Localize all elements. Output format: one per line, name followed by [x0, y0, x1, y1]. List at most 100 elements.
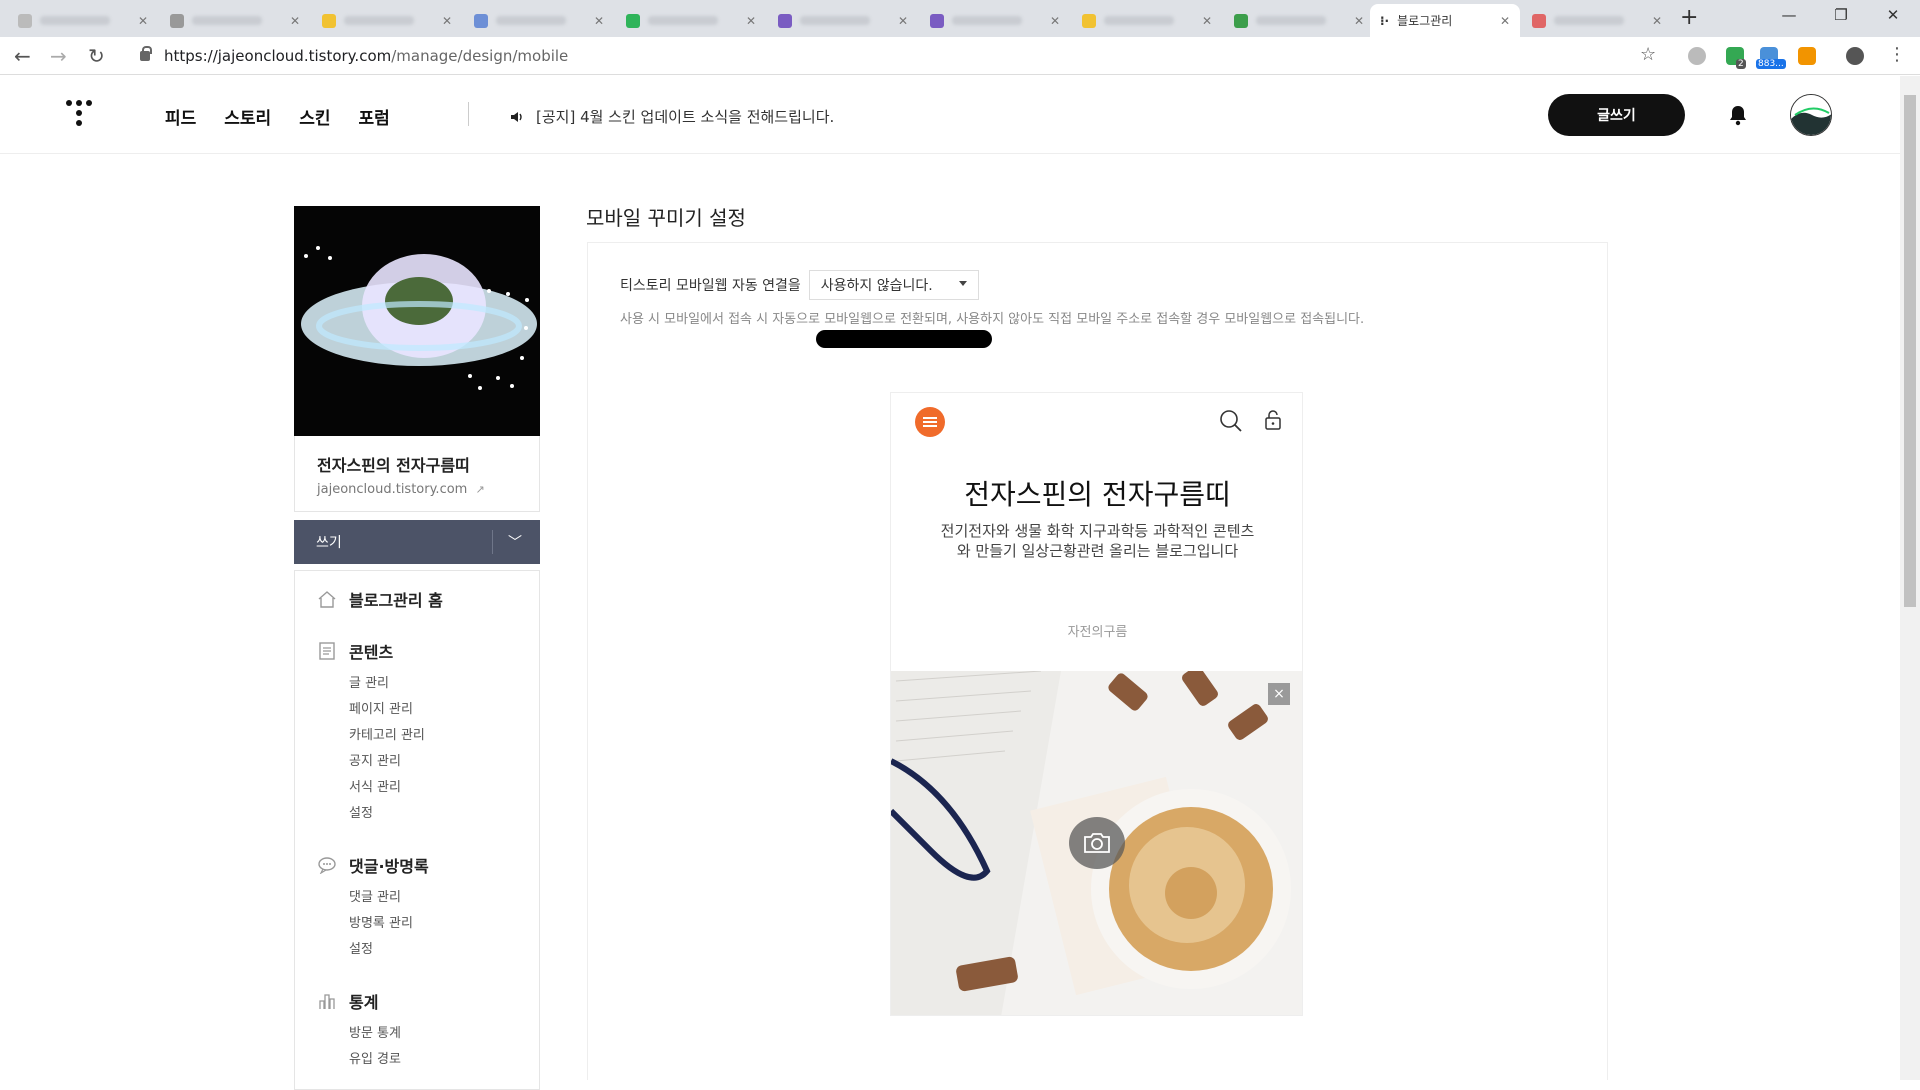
browser-tab[interactable]: ✕ — [464, 4, 614, 37]
redaction-mark — [816, 330, 992, 348]
back-icon[interactable]: ← — [14, 44, 31, 68]
tab-close-icon[interactable]: ✕ — [442, 14, 452, 28]
bookmark-star-icon[interactable]: ☆ — [1640, 44, 1656, 65]
tab-close-icon[interactable]: ✕ — [138, 14, 148, 28]
tistory-logo-icon[interactable] — [66, 100, 96, 130]
nav-divider — [468, 102, 469, 126]
new-tab-button[interactable]: + — [1680, 5, 1698, 30]
bell-icon[interactable] — [1728, 104, 1748, 126]
sidebar-item-template-manage[interactable]: 서식 관리 — [349, 775, 425, 801]
search-icon[interactable] — [1219, 409, 1243, 433]
chevron-down-icon[interactable]: ﹀ — [508, 532, 522, 552]
tab-close-icon[interactable]: ✕ — [1652, 14, 1662, 28]
sidebar-item-home[interactable]: 블로그관리 홈 — [317, 587, 443, 611]
user-avatar-icon[interactable] — [1846, 47, 1864, 65]
write-dropdown-button[interactable]: 쓰기 ﹀ — [294, 520, 540, 564]
tab-favicon-icon — [1082, 13, 1096, 28]
blog-url-link[interactable]: jajeoncloud.tistory.com ↗ — [317, 482, 517, 497]
sidebar-menu: 블로그관리 홈 콘텐츠 글 관리 페이지 관리 카테고리 관리 공지 관리 서식… — [294, 570, 540, 1090]
browser-tab[interactable]: ✕ — [8, 4, 158, 37]
tab-close-icon[interactable]: ✕ — [594, 14, 604, 28]
sidebar-item-comment-manage[interactable]: 댓글 관리 — [349, 885, 429, 911]
tab-favicon-icon — [322, 13, 336, 28]
tab-close-icon[interactable]: ✕ — [1050, 14, 1060, 28]
tab-close-icon[interactable]: ✕ — [1500, 14, 1510, 28]
site-header: 피드 스토리 스킨 포럼 [공지] 4월 스킨 업데이트 소식을 전해드립니다.… — [0, 76, 1900, 154]
sidebar-item-notice-manage[interactable]: 공지 관리 — [349, 749, 425, 775]
sidebar-group-stats[interactable]: 통계 — [317, 989, 401, 1013]
profile-avatar[interactable] — [1790, 94, 1832, 136]
write-post-button[interactable]: 글쓰기 — [1548, 94, 1685, 136]
tab-close-icon[interactable]: ✕ — [1354, 14, 1364, 28]
sidebar-item-contents-settings[interactable]: 설정 — [349, 801, 425, 827]
preview-blog-description: 전기전자와 생물 화학 지구과학등 과학적인 콘텐츠와 만들기 일상근황관련 올… — [940, 522, 1255, 560]
sidebar-item-comments-settings[interactable]: 설정 — [349, 937, 429, 963]
speaker-icon — [511, 111, 522, 122]
nav-feed[interactable]: 피드 — [165, 104, 196, 129]
home-icon — [318, 591, 336, 608]
sidebar-group-comments[interactable]: 댓글·방명록 — [317, 853, 429, 877]
blog-thumbnail[interactable] — [294, 206, 540, 436]
sidebar-item-visit-stats[interactable]: 방문 통계 — [349, 1021, 401, 1047]
tab-close-icon[interactable]: ✕ — [290, 14, 300, 28]
close-window-icon[interactable]: ✕ — [1864, 0, 1920, 30]
setting-help-text: 사용 시 모바일에서 접속 시 자동으로 모바일웹으로 전환되며, 사용하지 않… — [620, 312, 1365, 327]
tab-favicon-icon — [474, 13, 488, 28]
nav-story[interactable]: 스토리 — [224, 104, 271, 129]
tab-favicon-icon — [1234, 13, 1248, 28]
forward-icon[interactable]: → — [50, 44, 67, 68]
reload-icon[interactable]: ↻ — [88, 44, 105, 68]
minimize-icon[interactable]: — — [1760, 0, 1818, 30]
browser-tab-active[interactable]: ⁝· 블로그관리 ✕ — [1370, 4, 1520, 37]
browser-tab[interactable]: ✕ — [920, 4, 1070, 37]
blog-name[interactable]: 전자스핀의 전자구름띠 — [317, 452, 517, 476]
page-title: 모바일 꾸미기 설정 — [586, 206, 746, 230]
tab-favicon-icon — [778, 13, 792, 28]
browser-menu-icon[interactable]: ⋮ — [1888, 44, 1906, 65]
notice-link[interactable]: [공지] 4월 스킨 업데이트 소식을 전해드립니다. — [510, 106, 834, 127]
nav-forum[interactable]: 포럼 — [358, 104, 389, 129]
tistory-favicon-icon: ⁝· — [1380, 13, 1390, 28]
sidebar-item-page-manage[interactable]: 페이지 관리 — [349, 697, 425, 723]
mobile-preview: 전자스핀의 전자구름띠 전기전자와 생물 화학 지구과학등 과학적인 콘텐츠와 … — [890, 392, 1303, 1016]
hamburger-menu-icon[interactable] — [915, 407, 945, 437]
browser-tab[interactable]: ✕ — [312, 4, 462, 37]
bar-chart-icon — [319, 994, 335, 1009]
sidebar-group-contents[interactable]: 콘텐츠 — [317, 639, 425, 663]
blog-info: 전자스핀의 전자구름띠 jajeoncloud.tistory.com ↗ — [294, 436, 540, 512]
sidebar-item-guestbook-manage[interactable]: 방명록 관리 — [349, 911, 429, 937]
nav-skin[interactable]: 스킨 — [299, 104, 330, 129]
tab-favicon-icon — [626, 13, 640, 28]
tab-favicon-icon — [1532, 13, 1546, 28]
sidebar-item-category-manage[interactable]: 카테고리 관리 — [349, 723, 425, 749]
browser-tab[interactable]: ✕ — [616, 4, 766, 37]
browser-tab-bar: ✕ ✕ ✕ ✕ ✕ ✕ ✕ ✕ ✕ ⁝· 블로그관리 ✕ ✕ + — ❐ ✕ — [0, 0, 1920, 37]
address-bar: ← → ↻ https://jajeoncloud.tistory.com/ma… — [0, 37, 1920, 75]
camera-icon[interactable] — [1069, 817, 1125, 869]
mobile-auto-connect-select[interactable]: 사용하지 않습니다. — [808, 270, 979, 300]
close-image-button[interactable]: × — [1268, 683, 1290, 705]
external-link-icon: ↗ — [475, 483, 485, 496]
browser-tab[interactable]: ✕ — [1072, 4, 1222, 37]
preview-author: 자전의구름 — [1067, 625, 1128, 640]
browser-tab[interactable]: ✕ — [1522, 4, 1672, 37]
preview-cover-image[interactable]: × — [891, 671, 1302, 1015]
sidebar-item-referrer[interactable]: 유입 경로 — [349, 1047, 401, 1073]
tab-favicon-icon — [930, 13, 944, 28]
main-nav: 피드 스토리 스킨 포럼 — [165, 104, 390, 129]
lock-icon — [140, 46, 152, 61]
restore-icon[interactable]: ❐ — [1812, 0, 1870, 30]
browser-tab[interactable]: ✕ — [160, 4, 310, 37]
browser-tab[interactable]: ✕ — [768, 4, 918, 37]
scrollbar-thumb[interactable] — [1904, 95, 1916, 607]
tab-close-icon[interactable]: ✕ — [746, 14, 756, 28]
browser-tab[interactable]: ✕ — [1224, 4, 1374, 37]
rx-extension-icon[interactable] — [1798, 47, 1816, 65]
tab-close-icon[interactable]: ✕ — [1202, 14, 1212, 28]
cloud-extension-icon[interactable] — [1688, 47, 1706, 65]
mobile-auto-connect-setting: 티스토리 모바일웹 자동 연결을 사용하지 않습니다. — [620, 270, 979, 300]
lock-open-icon[interactable] — [1263, 409, 1283, 431]
sidebar-item-post-manage[interactable]: 글 관리 — [349, 671, 425, 697]
tab-close-icon[interactable]: ✕ — [898, 14, 908, 28]
url-field[interactable]: https://jajeoncloud.tistory.com/manage/d… — [140, 46, 568, 65]
